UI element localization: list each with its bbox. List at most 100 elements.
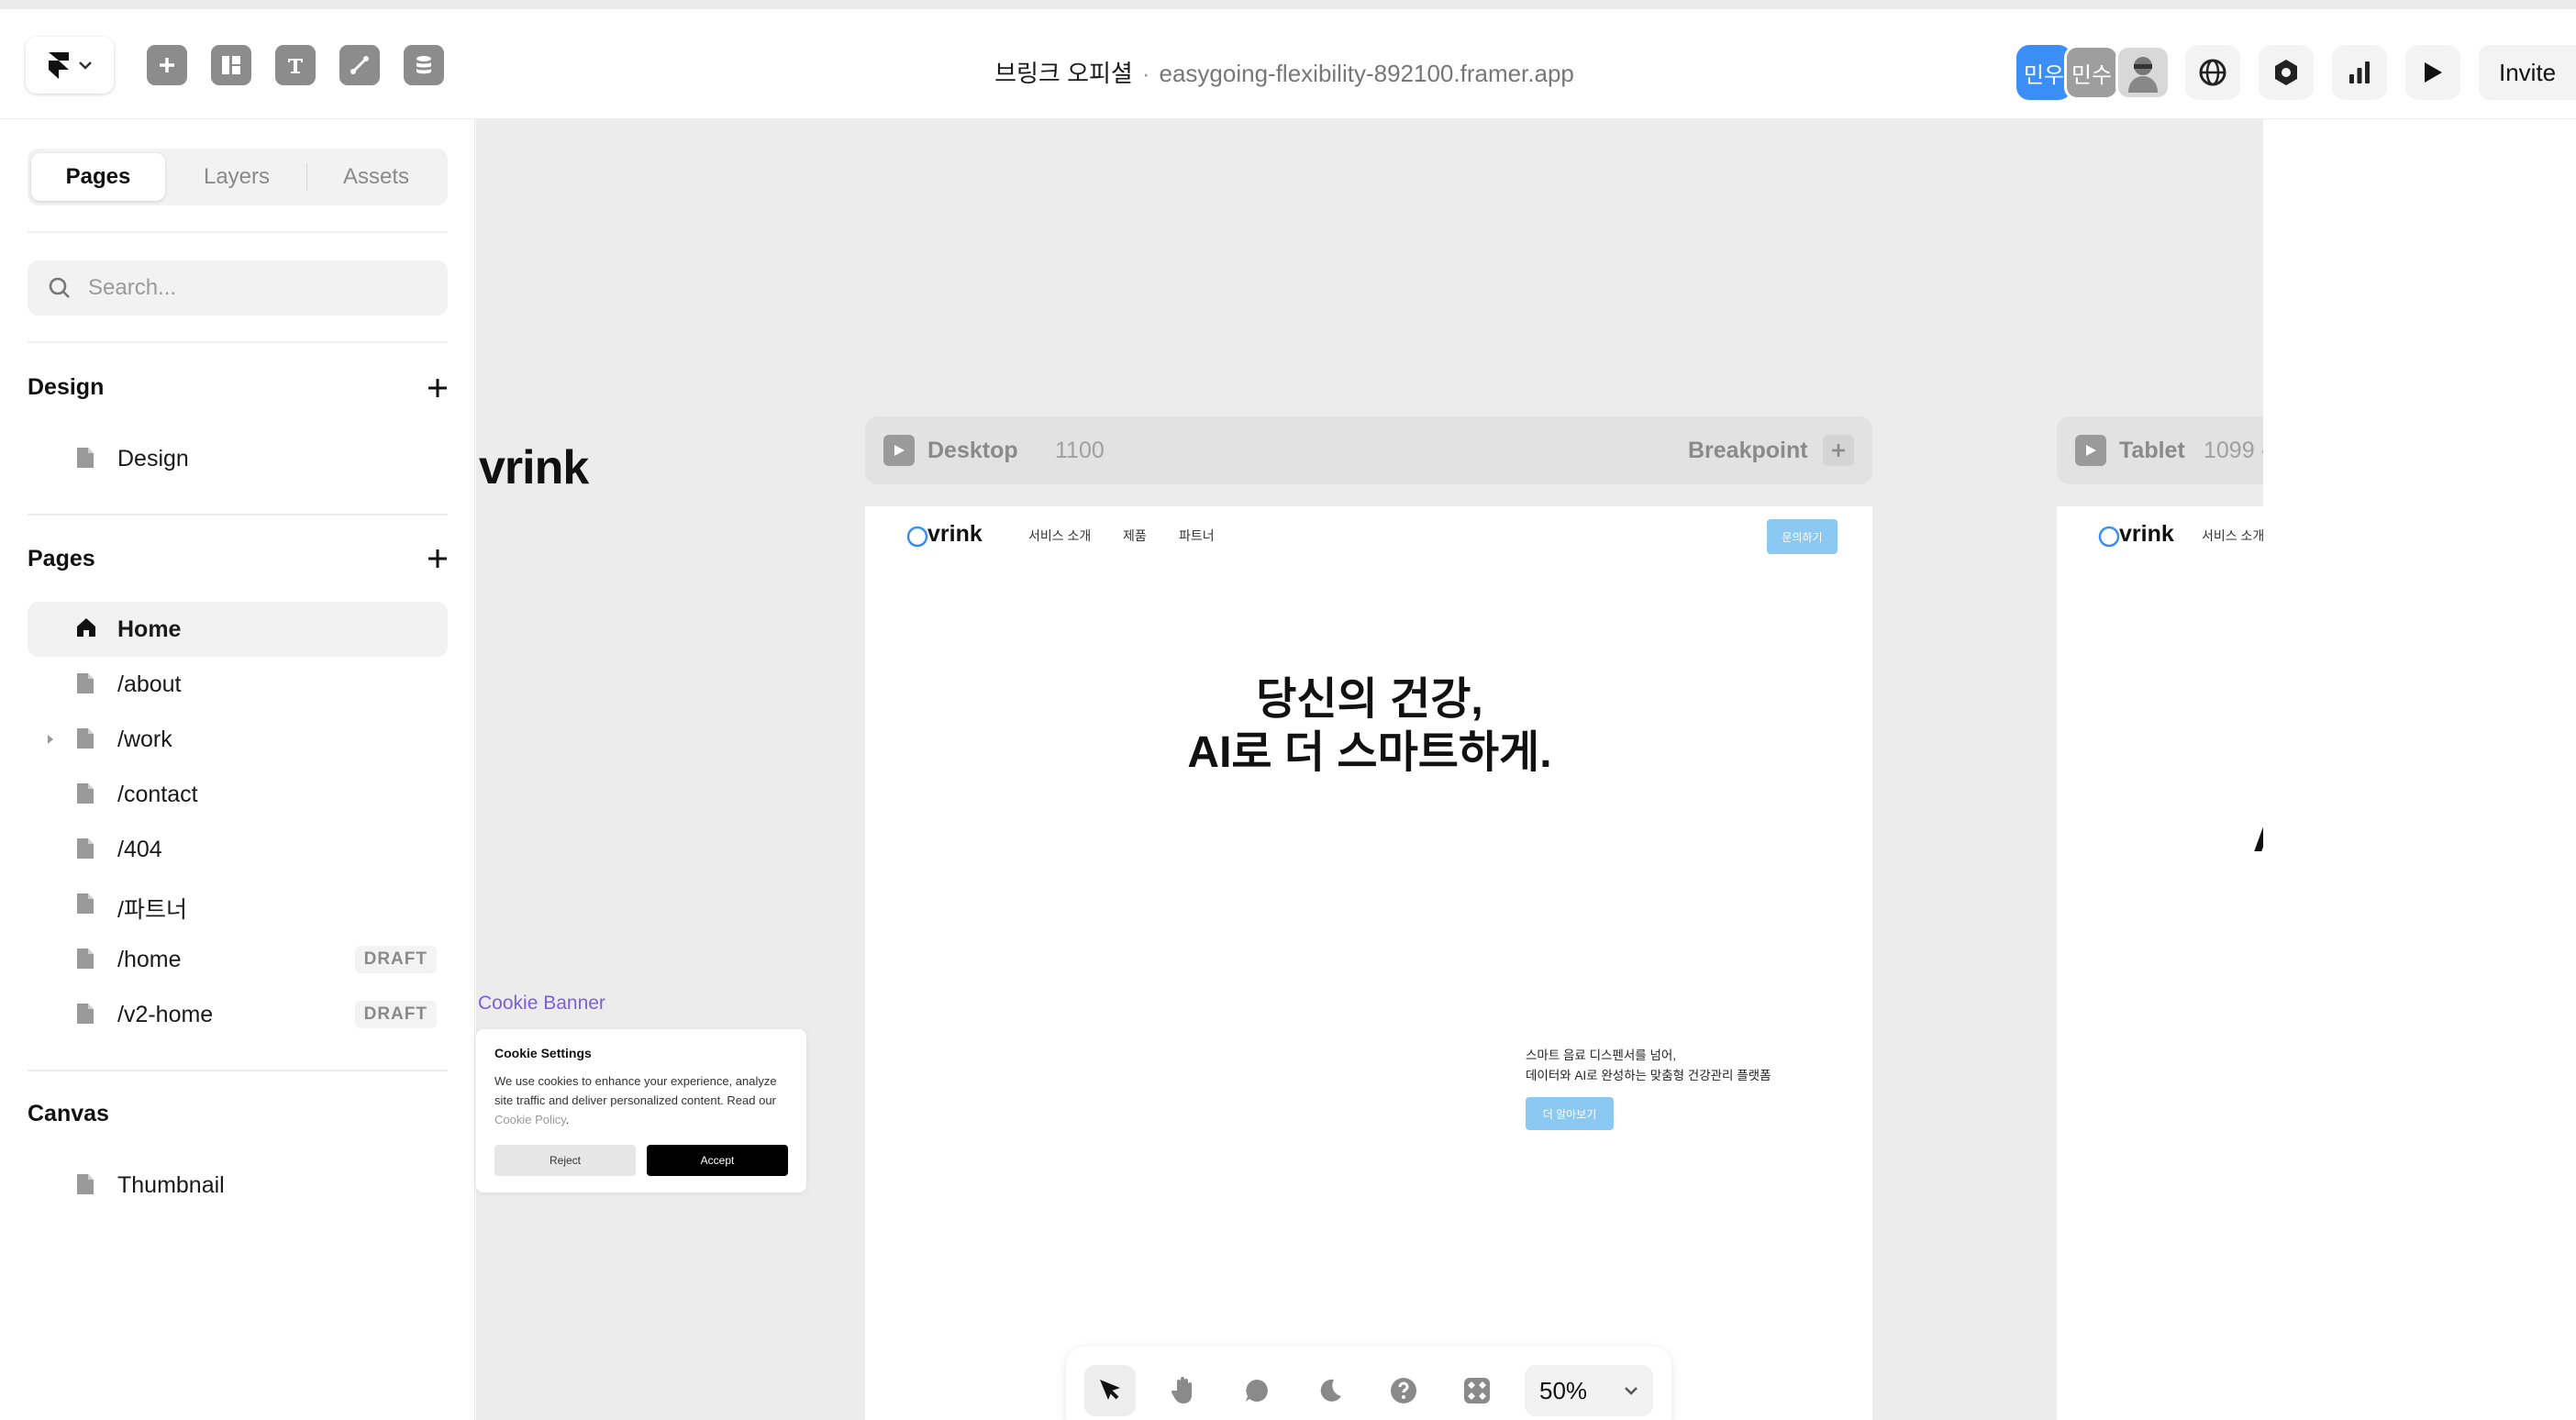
play-icon [2086, 445, 2096, 456]
frame-width: 1099 - [2204, 438, 2263, 463]
cookie-policy-link[interactable]: Cookie Policy [494, 1113, 566, 1126]
cookie-accept-button[interactable]: Accept [647, 1145, 788, 1176]
cms-button[interactable] [404, 45, 444, 85]
cookie-body-end: . [565, 1113, 570, 1126]
preview-frame-button[interactable] [883, 435, 915, 466]
page-item-home-draft[interactable]: /home DRAFT [28, 932, 448, 987]
frame-name: Desktop [927, 438, 1018, 463]
cookie-reject-button[interactable]: Reject [494, 1145, 636, 1176]
help-button[interactable] [1378, 1365, 1429, 1416]
tab-layers[interactable]: Layers [170, 153, 304, 201]
avatar-minwoo[interactable]: 민우 [2016, 45, 2071, 100]
page-icon [77, 673, 94, 693]
tab-assets[interactable]: Assets [309, 153, 443, 201]
hero-line-2: AI로 더 스마트하게. [1187, 728, 1552, 777]
tab-pages[interactable]: Pages [31, 153, 165, 201]
page-item-about[interactable]: /about [28, 657, 448, 712]
user-photo-icon [2128, 57, 2158, 93]
nav-products[interactable]: 제품 [1123, 527, 1147, 545]
page-item-v2-home[interactable]: /v2-home DRAFT [28, 987, 448, 1042]
layout-button[interactable] [211, 45, 251, 85]
add-breakpoint-button[interactable] [1823, 435, 1854, 466]
zoom-select[interactable]: 50% [1525, 1365, 1653, 1416]
page-item-home[interactable]: Home [28, 602, 448, 657]
canvas-item-thumbnail[interactable]: Thumbnail [28, 1158, 448, 1213]
play-icon [2425, 62, 2442, 83]
page-item-contact[interactable]: /contact [28, 767, 448, 822]
help-icon [1391, 1378, 1416, 1403]
divider [28, 514, 448, 516]
draft-badge: DRAFT [354, 946, 437, 973]
page-item-label: /404 [117, 837, 162, 862]
pointer-tool-button[interactable] [1084, 1365, 1136, 1416]
page-item-work[interactable]: /work [28, 712, 448, 767]
framer-menu-button[interactable] [26, 37, 114, 94]
search-placeholder: Search... [88, 275, 177, 300]
insert-button[interactable] [147, 45, 187, 85]
add-design-icon[interactable] [426, 376, 450, 400]
contact-cta-button[interactable]: 문의하기 [1767, 519, 1838, 554]
site-settings-button[interactable] [2259, 45, 2314, 100]
cookie-banner-label[interactable]: Cookie Banner [478, 993, 605, 1015]
page-icon [77, 448, 94, 468]
preview-button[interactable] [2405, 45, 2460, 100]
plus-icon [1832, 444, 1845, 457]
divider [28, 1070, 448, 1071]
section-title-design: Design [28, 374, 105, 400]
preview-frame-button[interactable] [2075, 435, 2106, 466]
tablet-frame-header[interactable]: Tablet 1099 - [2057, 416, 2263, 484]
dark-mode-button[interactable] [1305, 1365, 1356, 1416]
analytics-button[interactable] [2332, 45, 2387, 100]
home-icon [77, 618, 95, 637]
publish-settings-button[interactable] [2185, 45, 2240, 100]
nav-services[interactable]: 서비스 소개 [1028, 527, 1091, 545]
page-item-label: /about [117, 671, 182, 697]
play-icon [894, 445, 905, 456]
design-item[interactable]: Design [28, 431, 448, 486]
bottom-toolbar: 50% [1066, 1347, 1671, 1420]
design-item-label: Design [117, 446, 189, 471]
frame-name: Tablet [2119, 438, 2185, 463]
expand-caret-icon[interactable] [46, 734, 55, 745]
globe-icon [2199, 59, 2226, 86]
desktop-frame-header[interactable]: Desktop 1100 Breakpoint [865, 416, 1872, 484]
breakpoint-label[interactable]: Breakpoint [1688, 438, 1808, 464]
vector-button[interactable] [339, 45, 380, 85]
comment-tool-button[interactable] [1231, 1365, 1282, 1416]
title-separator: · [1141, 60, 1150, 87]
text-button[interactable] [275, 45, 316, 85]
desktop-frame[interactable]: vrink 서비스 소개 제품 파트너 문의하기 당신의 건강, AI로 더 스… [865, 506, 1872, 1420]
page-icon [77, 728, 94, 749]
section-title-pages: Pages [28, 546, 95, 571]
nav-services[interactable]: 서비스 소개 [2202, 527, 2263, 545]
cookie-banner[interactable]: Cookie Settings We use cookies to enhanc… [476, 1029, 806, 1193]
chevron-down-icon [79, 61, 92, 70]
nav-partners[interactable]: 파트너 [1179, 527, 1215, 545]
chevron-down-icon [1625, 1387, 1638, 1395]
section-title-canvas: Canvas [28, 1101, 109, 1126]
components-icon [1464, 1378, 1490, 1403]
page-item-404[interactable]: /404 [28, 822, 448, 877]
components-button[interactable] [1451, 1365, 1503, 1416]
search-input[interactable]: Search... [28, 261, 448, 316]
avatar-minsu[interactable]: 민수 [2064, 45, 2119, 100]
avatar-photo[interactable] [2115, 45, 2171, 100]
add-page-icon[interactable] [426, 547, 450, 571]
cookie-body-text: We use cookies to enhance your experienc… [494, 1074, 777, 1107]
project-title[interactable]: 브링크 오피셜 · easygoing-flexibility-892100.fra… [826, 55, 1743, 89]
learn-more-button[interactable]: 더 알아보기 [1526, 1097, 1614, 1130]
tablet-frame[interactable]: vrink 서비스 소개 [2057, 506, 2263, 1420]
divider [28, 341, 448, 343]
hand-tool-button[interactable] [1158, 1365, 1209, 1416]
page-icon [77, 1174, 94, 1194]
frame-width: 1100 [1055, 438, 1105, 463]
divider [28, 231, 448, 233]
invite-button[interactable]: Invite [2479, 45, 2576, 100]
zoom-value: 50% [1539, 1376, 1588, 1404]
design-canvas[interactable]: vrink Cookie Banner Desktop 1100 Breakpo… [476, 119, 2263, 1420]
top-toolbar: 브링크 오피셜 · easygoing-flexibility-892100.fra… [0, 0, 2576, 119]
hand-icon [1171, 1377, 1192, 1403]
canvas-vrink-logo[interactable]: vrink [479, 440, 589, 495]
search-icon [49, 277, 70, 298]
page-item-partner[interactable]: /파트너 [28, 877, 448, 932]
